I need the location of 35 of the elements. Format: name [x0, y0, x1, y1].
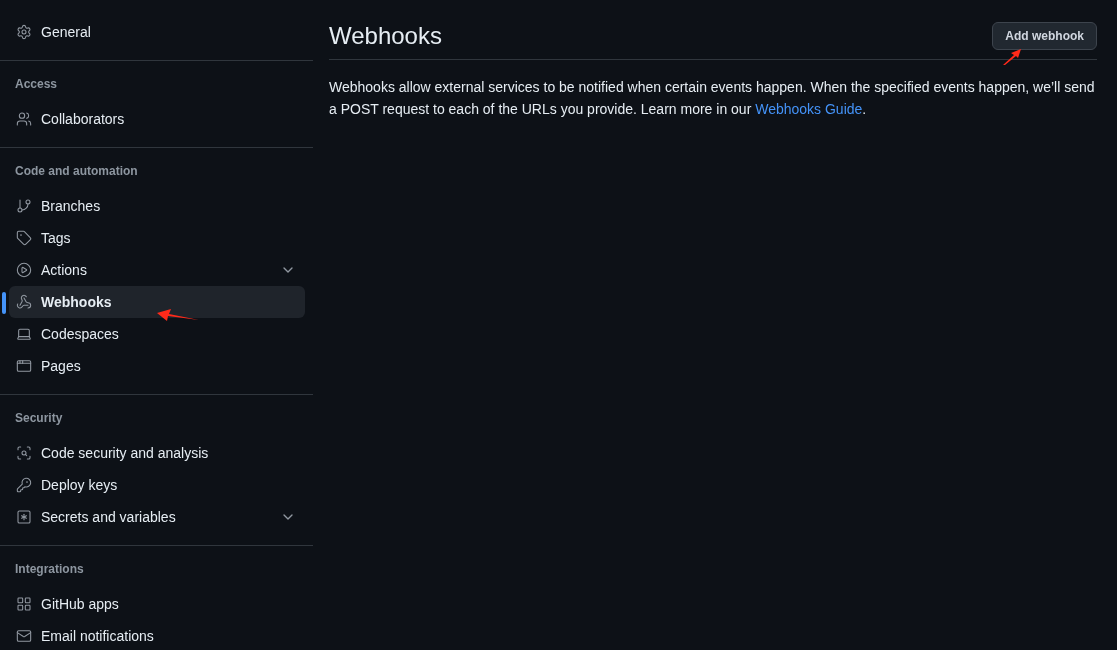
sidebar-item[interactable]: GitHub apps — [9, 588, 305, 620]
sidebar-item[interactable]: Pages — [9, 350, 305, 382]
asterisk-icon — [16, 509, 32, 525]
people-icon — [16, 111, 32, 127]
add-webhook-button[interactable]: Add webhook — [992, 22, 1097, 50]
laptop-icon — [16, 326, 32, 342]
mail-icon — [16, 628, 32, 644]
grid-icon — [16, 596, 32, 612]
sidebar-item[interactable]: General — [9, 16, 305, 48]
sidebar-item[interactable]: Branches — [9, 190, 305, 222]
sidebar-item[interactable]: Webhooks — [9, 286, 305, 318]
section-heading: Code and automation — [14, 163, 139, 180]
tag-icon — [16, 230, 32, 246]
sidebar-item[interactable]: Code security and analysis — [9, 437, 305, 469]
section-heading: Access — [14, 76, 59, 93]
sidebar-item[interactable]: Deploy keys — [9, 469, 305, 501]
key-icon — [16, 477, 32, 493]
sidebar-item[interactable]: Email notifications — [9, 620, 305, 650]
sidebar-item[interactable]: Collaborators — [9, 103, 305, 135]
webhooks-guide-link[interactable]: Webhooks Guide — [755, 101, 863, 117]
play-icon — [16, 262, 32, 278]
sidebar-item[interactable]: Tags — [9, 222, 305, 254]
window-icon — [16, 358, 32, 374]
annotation-arrow — [1002, 48, 1022, 66]
sidebar-item[interactable]: Codespaces — [9, 318, 305, 350]
webhook-icon — [16, 294, 32, 310]
page-title: Webhooks — [329, 21, 442, 51]
description-text: Webhooks allow external services to be notified when certain events happen. When the specified events happen, we’ll send a POST request to each of the URLs you provide. Learn more in our Webhooks Guide. — [329, 78, 1096, 119]
section-heading: Security — [14, 410, 64, 427]
scan-icon — [16, 445, 32, 461]
gear-icon — [16, 24, 32, 40]
sidebar-item[interactable]: Actions — [9, 254, 305, 286]
sidebar-item[interactable]: Secrets and variables — [9, 501, 305, 533]
branch-icon — [16, 198, 32, 214]
section-heading: Integrations — [14, 561, 85, 578]
